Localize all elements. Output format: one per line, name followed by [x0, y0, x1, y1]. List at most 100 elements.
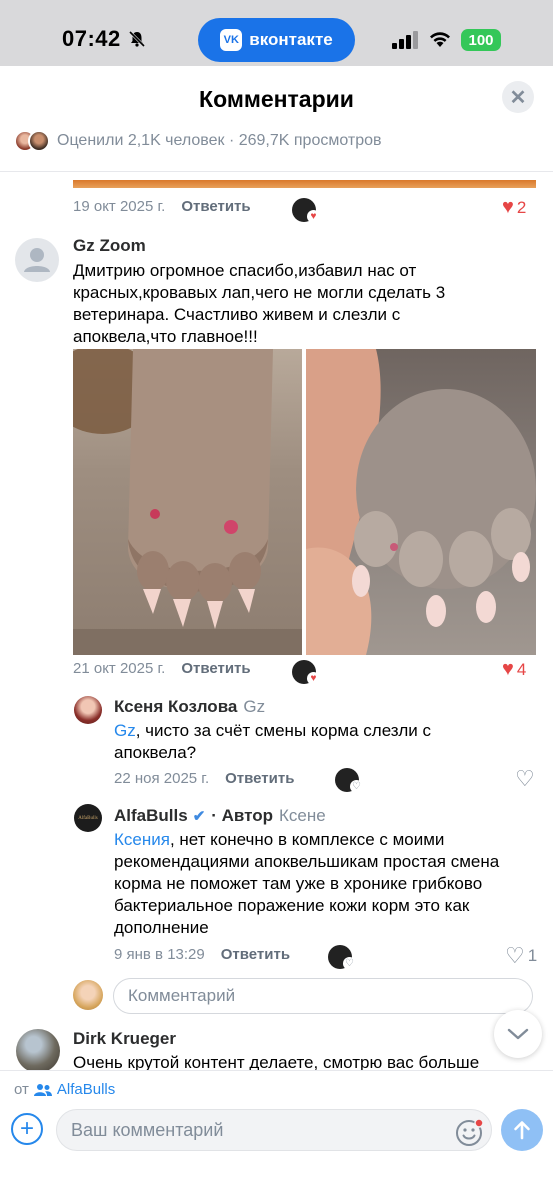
heart-outline-icon: ♡ [515, 766, 535, 791]
heart-icon: ♥ [502, 658, 514, 680]
comment-input-placeholder: Ваш комментарий [71, 1119, 224, 1140]
reply-button[interactable]: Ответить [225, 770, 294, 787]
heart-outline-icon: ♡ [505, 943, 525, 968]
like-button[interactable]: ♥ 2 [502, 196, 526, 219]
emoji-icon[interactable] [454, 1118, 484, 1148]
comment-date: 19 окт 2025 г. [73, 198, 166, 215]
plus-icon: + [19, 1115, 34, 1142]
avatar[interactable] [16, 1029, 60, 1073]
rated-summary[interactable]: Оценили 2,1K человек · 269,7K просмотров [14, 128, 382, 154]
send-button[interactable] [501, 1109, 543, 1151]
heart-icon: ♥ [307, 210, 320, 223]
comments-sheet: Комментарии ✕ Оценили 2,1K человек · 269… [0, 66, 553, 1200]
avatar[interactable] [15, 238, 59, 282]
reply-text-line: бактериальное поражение кожи корм это ка… [114, 896, 470, 915]
author-badge: · Автор [211, 806, 274, 825]
cellular-signal-icon [392, 31, 418, 49]
group-icon [33, 1083, 52, 1096]
alfabulls-logo: AlfaBulls [78, 815, 98, 821]
mention-link[interactable]: Ксения [114, 830, 170, 849]
from-label: от [14, 1081, 29, 1098]
group-name: AlfaBulls [56, 1081, 116, 1098]
status-time: 07:42 [62, 26, 121, 51]
like-button[interactable]: ♡ [515, 766, 535, 792]
composer-bar: от AlfaBulls + Ваш комментарий [0, 1070, 553, 1200]
comment-photo[interactable] [73, 349, 302, 655]
close-icon: ✕ [509, 86, 527, 109]
vk-logo-icon: VK [220, 29, 243, 51]
sheet-title: Комментарии [199, 86, 354, 112]
heart-outline-icon: ♡ [350, 780, 363, 793]
reply-text-line: апоквела? [114, 743, 197, 762]
battery-indicator: 100 [461, 29, 501, 51]
reply-comment-placeholder: Комментарий [128, 986, 236, 1005]
vk-pill-label: вконтакте [249, 30, 333, 49]
like-count: 1 [527, 946, 538, 965]
reply-text-line: рекомендациями апоквельшикам простая сме… [114, 852, 500, 871]
like-count: 2 [516, 197, 527, 217]
like-count: 4 [516, 659, 527, 679]
comment-meta: 21 окт 2025 г. Ответить [73, 660, 251, 677]
reply-to: Gz [243, 697, 266, 716]
reply-button[interactable]: Ответить [181, 198, 250, 215]
comment-text-line: красных,кровавых лап,чего не могли сдела… [73, 283, 446, 302]
reply-button[interactable]: Ответить [181, 660, 250, 677]
reply-text: Gz, чисто за счёт смены корма слезли с а… [114, 720, 534, 764]
paw-photo-image [73, 349, 302, 655]
mention-link[interactable]: Gz [114, 721, 136, 740]
rated-text: Оценили 2,1K человек · 269,7K просмотров [57, 132, 382, 149]
heart-icon: ♥ [502, 196, 514, 218]
like-button[interactable]: ♡ 1 [505, 943, 537, 969]
current-user-avatar [73, 980, 103, 1010]
reply-text-line: корма не поможет там уже в хронике грибк… [114, 874, 483, 893]
arrow-up-icon [514, 1121, 530, 1140]
author-liked-badge: ♡ [328, 945, 356, 970]
comment-text-line: апоквела,что главное!!! [73, 327, 258, 346]
comment-author[interactable]: Gz Zoom [73, 236, 146, 256]
heart-icon: ♥ [307, 672, 320, 685]
reply-meta: 9 янв в 13:29 Ответить [114, 946, 290, 963]
reply-meta: 22 ноя 2025 г. Ответить [114, 770, 294, 787]
avatar[interactable]: AlfaBulls [74, 804, 102, 832]
avatar[interactable] [74, 696, 102, 724]
author-liked-badge: ♡ [335, 768, 363, 793]
comment-meta: 19 окт 2025 г. Ответить [73, 198, 251, 215]
close-button[interactable]: ✕ [502, 81, 534, 113]
reply-text-line: дополнение [114, 918, 209, 937]
reply-text-line: , нет конечно в комплексе с моими [169, 830, 445, 849]
reply-comment-input[interactable]: Комментарий [113, 978, 533, 1014]
rater-avatar [28, 130, 50, 152]
comment-text-line: Дмитрию огромное спасибо,избавил нас от [73, 261, 417, 280]
post-as-selector[interactable]: от AlfaBulls [14, 1081, 115, 1098]
paw-photo-image [306, 349, 536, 655]
reply-date: 9 янв в 13:29 [114, 946, 205, 963]
comment-text-line: ветеринара. Счастливо живем и слезли с [73, 305, 401, 324]
vk-app-pill[interactable]: VK вконтакте [198, 18, 355, 62]
user-placeholder-icon [24, 248, 50, 272]
comment-date: 21 окт 2025 г. [73, 660, 166, 677]
divider [0, 171, 553, 172]
reply-author-name: Ксеня Козлова [114, 697, 238, 716]
reply-author[interactable]: Ксеня Козлова Gz [114, 697, 265, 717]
chevron-down-icon [507, 1028, 529, 1040]
status-bar: 07:42 VK вконтакте 100 [0, 0, 553, 66]
wifi-icon [430, 32, 450, 47]
comment-photo[interactable] [306, 349, 536, 655]
comment-input[interactable]: Ваш комментарий [56, 1109, 492, 1151]
verified-check-icon: ✔ [192, 808, 206, 825]
comment-image-fragment[interactable] [73, 180, 536, 188]
reply-to: Ксене [279, 806, 326, 825]
reply-text: Ксения, нет конечно в комплексе с моими … [114, 829, 544, 939]
reply-author-name: AlfaBulls [114, 806, 188, 825]
comment-text: Дмитрию огромное спасибо,избавил нас от … [73, 260, 543, 348]
author-liked-badge: ♥ [292, 198, 320, 223]
reply-text-line: , чисто за счёт смены корма слезли с [135, 721, 432, 740]
scroll-down-button[interactable] [494, 1010, 542, 1058]
comment-author[interactable]: Dirk Krueger [73, 1029, 176, 1049]
heart-outline-icon: ♡ [343, 957, 356, 970]
add-attachment-button[interactable]: + [11, 1113, 43, 1145]
reply-author[interactable]: AlfaBulls ✔ · Автор Ксене [114, 806, 326, 826]
like-button[interactable]: ♥ 4 [502, 658, 526, 681]
reply-button[interactable]: Ответить [221, 946, 290, 963]
bell-off-icon [128, 30, 146, 48]
